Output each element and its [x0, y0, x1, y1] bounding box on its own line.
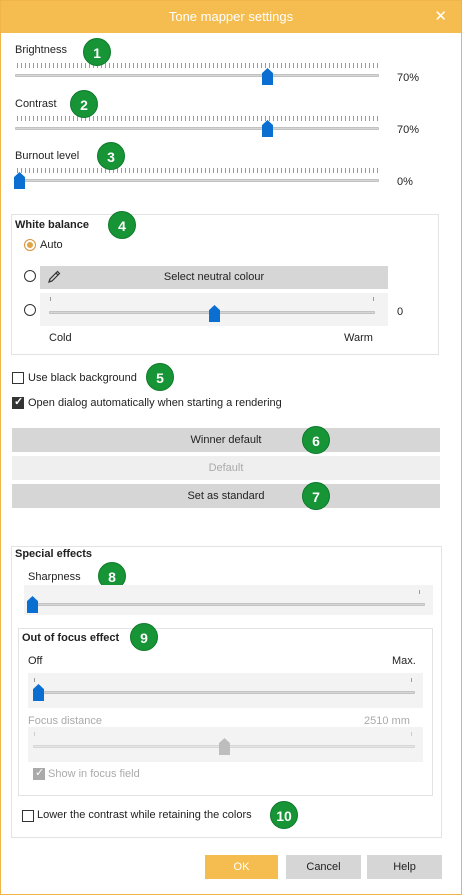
- temperature-tick-left: [50, 297, 51, 301]
- badge-5: 5: [146, 363, 174, 391]
- burnout-value: 0%: [397, 176, 413, 188]
- badge-7: 7: [302, 482, 330, 510]
- close-icon[interactable]: ✕: [434, 1, 447, 33]
- title-bar: Tone mapper settings ✕: [1, 1, 461, 33]
- brightness-value: 70%: [397, 72, 420, 84]
- show-focus-field-label: Show in focus field: [48, 768, 140, 780]
- eyedropper-icon: [47, 270, 61, 284]
- badge-9: 9: [130, 623, 158, 651]
- brightness-slider[interactable]: [15, 74, 379, 77]
- focus-distance-label: Focus distance: [28, 715, 102, 727]
- radio-auto[interactable]: [24, 239, 36, 251]
- ok-label: OK: [233, 861, 250, 873]
- lower-contrast-label: Lower the contrast while retaining the c…: [37, 809, 252, 821]
- radio-neutral[interactable]: [24, 270, 36, 282]
- show-focus-field-checkbox[interactable]: [33, 766, 45, 780]
- help-label: Help: [393, 861, 416, 873]
- focus-distance-tick-left: [34, 732, 35, 736]
- black-background-label: Use black background: [28, 372, 137, 384]
- select-neutral-colour-label: Select neutral colour: [163, 271, 265, 283]
- default-button[interactable]: Default: [12, 456, 440, 480]
- off-label: Off: [28, 655, 43, 667]
- contrast-thumb[interactable]: [262, 120, 273, 137]
- open-dialog-checkbox[interactable]: [12, 395, 24, 409]
- burnout-thumb[interactable]: [14, 172, 25, 189]
- badge-3: 3: [97, 142, 125, 170]
- badge-4: 4: [108, 211, 136, 239]
- badge-10: 10: [270, 801, 298, 829]
- set-as-standard-button[interactable]: Set as standard: [12, 484, 440, 508]
- focus-distance-tick-right: [411, 732, 412, 736]
- cancel-button[interactable]: Cancel: [286, 855, 361, 879]
- badge-6: 6: [302, 426, 330, 454]
- badge-1: 1: [83, 38, 111, 66]
- contrast-ticks: [17, 116, 379, 121]
- focus-slider[interactable]: [33, 691, 415, 694]
- default-label: Default: [208, 462, 244, 474]
- focus-tick-left: [34, 678, 35, 682]
- white-balance-title: White balance: [15, 219, 89, 231]
- sharpness-label: Sharpness: [28, 571, 81, 583]
- dialog-window: Tone mapper settings ✕ Brightness 70% 1 …: [0, 0, 462, 895]
- ok-button[interactable]: OK: [205, 855, 278, 879]
- max-label: Max.: [392, 655, 416, 667]
- sharpness-slider-area: [24, 585, 433, 615]
- cancel-label: Cancel: [306, 861, 341, 873]
- lower-contrast-checkbox[interactable]: [22, 810, 34, 822]
- winner-default-label: Winner default: [190, 434, 262, 446]
- contrast-value: 70%: [397, 124, 420, 136]
- auto-label: Auto: [40, 239, 63, 251]
- out-of-focus-title: Out of focus effect: [22, 632, 120, 644]
- warm-label: Warm: [344, 332, 373, 344]
- dialog-title: Tone mapper settings: [168, 9, 294, 24]
- brightness-label: Brightness: [15, 44, 67, 56]
- set-as-standard-label: Set as standard: [187, 490, 265, 502]
- badge-2: 2: [70, 90, 98, 118]
- contrast-label: Contrast: [15, 98, 57, 110]
- radio-temperature[interactable]: [24, 304, 36, 316]
- temperature-tick-right: [373, 297, 374, 301]
- open-dialog-label: Open dialog automatically when starting …: [28, 397, 282, 409]
- brightness-ticks: [17, 63, 379, 68]
- burnout-ticks: [17, 168, 379, 173]
- brightness-thumb[interactable]: [262, 68, 273, 85]
- focus-distance-value: 2510 mm: [364, 715, 410, 727]
- sharpness-slider[interactable]: [28, 603, 425, 606]
- special-effects-title: Special effects: [15, 548, 93, 560]
- sharpness-tick-right: [419, 590, 420, 594]
- contrast-slider[interactable]: [15, 127, 379, 130]
- cold-label: Cold: [49, 332, 72, 344]
- black-background-checkbox[interactable]: [12, 372, 24, 384]
- temperature-value: 0: [397, 306, 404, 318]
- burnout-label: Burnout level: [15, 150, 80, 162]
- select-neutral-colour-button[interactable]: Select neutral colour: [40, 266, 388, 289]
- help-button[interactable]: Help: [367, 855, 442, 879]
- burnout-slider[interactable]: [15, 179, 379, 182]
- winner-default-button[interactable]: Winner default: [12, 428, 440, 452]
- focus-tick-right: [411, 678, 412, 682]
